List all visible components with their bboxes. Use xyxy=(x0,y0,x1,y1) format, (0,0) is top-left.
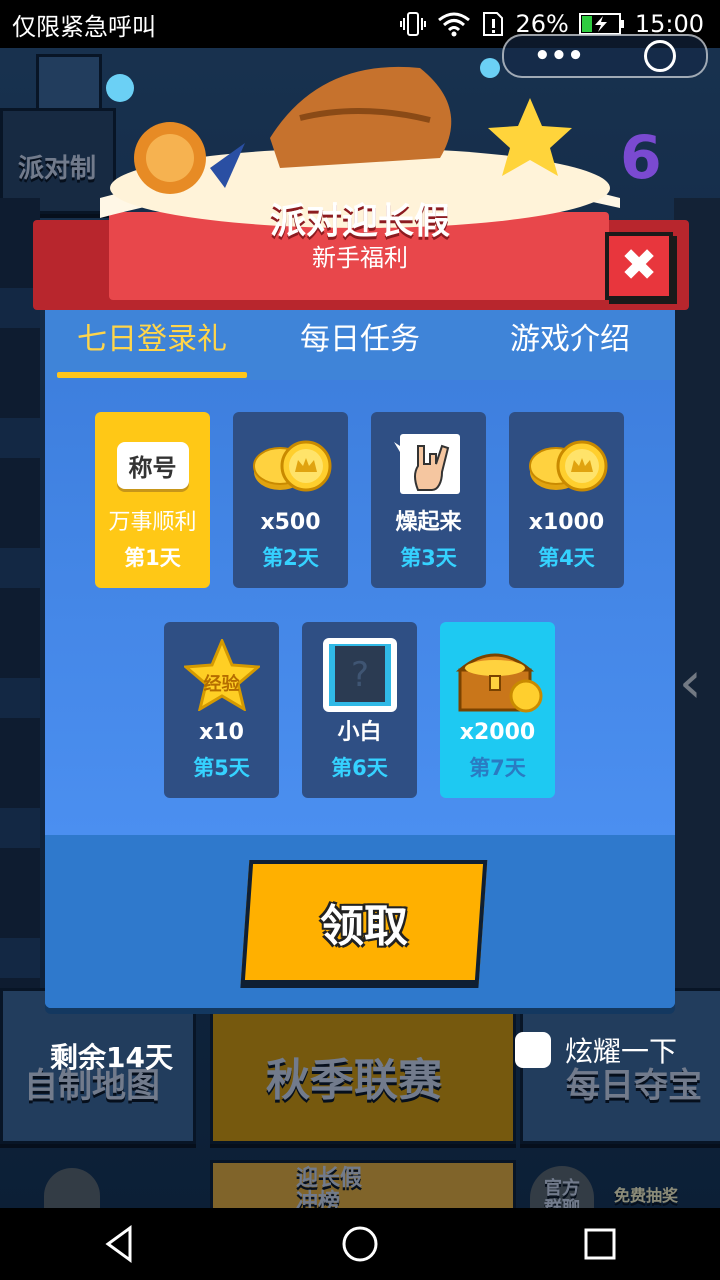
reward-card-day6[interactable]: ? 小白 第6天 xyxy=(302,622,417,798)
share-label: 炫耀一下 xyxy=(565,1035,678,1068)
home-nav-icon[interactable] xyxy=(340,1224,380,1264)
android-nav-bar xyxy=(0,1208,720,1280)
coins-icon xyxy=(233,428,348,502)
reward-day: 第5天 xyxy=(193,756,250,780)
treasure-chest-icon xyxy=(440,638,555,713)
tab-label: 七日登录礼 xyxy=(77,322,227,357)
wifi-icon xyxy=(438,12,471,37)
reward-day: 第6天 xyxy=(331,756,388,780)
claim-button[interactable]: 领取 xyxy=(240,860,488,984)
title-badge-text: 称号 xyxy=(116,441,189,489)
reward-card-day3[interactable]: 燥起来 第3天 xyxy=(371,412,486,588)
tab-daily-tasks[interactable]: 每日任务 xyxy=(255,314,465,358)
reward-name: x2000 xyxy=(459,720,536,745)
coins-icon xyxy=(509,428,624,502)
welcome-reward-modal: 七日登录礼 每日任务 游戏介绍 称号 万事顺利 第1天 x500 第2天 燥起来… xyxy=(45,290,675,1008)
reward-card-day2[interactable]: x500 第2天 xyxy=(233,412,348,588)
reward-day: 第3天 xyxy=(400,546,457,570)
reward-card-day7[interactable]: x2000 第7天 xyxy=(440,622,555,798)
active-tab-indicator xyxy=(57,372,247,378)
vibrate-icon xyxy=(400,12,427,36)
remaining-days-text: 剩余14天 xyxy=(50,1041,173,1074)
share-toggle[interactable]: 炫耀一下 xyxy=(515,1030,677,1070)
claim-label: 领取 xyxy=(320,901,408,952)
reward-name: 小白 xyxy=(337,720,382,745)
reward-day: 第4天 xyxy=(538,546,595,570)
reward-name: x1000 xyxy=(528,510,605,535)
exp-label: 经验 xyxy=(203,674,240,695)
reward-card-day4[interactable]: x1000 第4天 xyxy=(509,412,624,588)
title-badge-icon: 称号 xyxy=(95,428,210,502)
carrier-text: 仅限紧急呼叫 xyxy=(12,12,156,41)
reward-grid: 称号 万事顺利 第1天 x500 第2天 燥起来 第3天 x1000 第4天 经… xyxy=(45,380,675,835)
reward-name: x10 xyxy=(199,720,244,745)
share-checkbox[interactable] xyxy=(515,1032,551,1068)
close-button[interactable]: ✖ xyxy=(605,232,673,300)
battery-charging-icon xyxy=(578,13,624,35)
reward-name: 万事顺利 xyxy=(108,510,197,535)
reward-day: 第1天 xyxy=(124,546,181,570)
reward-card-day5[interactable]: 经验 x10 第5天 xyxy=(164,622,279,798)
tab-label: 游戏介绍 xyxy=(510,322,630,357)
tab-game-intro[interactable]: 游戏介绍 xyxy=(475,314,665,358)
rock-hand-icon xyxy=(371,428,486,502)
reward-name: x500 xyxy=(260,510,321,535)
tab-label: 每日任务 xyxy=(300,322,420,357)
back-nav-icon[interactable] xyxy=(100,1224,140,1264)
sim-alert-icon xyxy=(483,12,504,36)
close-icon: ✖ xyxy=(620,240,658,291)
reward-day: 第7天 xyxy=(469,756,526,780)
tab-seven-day-login[interactable]: 七日登录礼 xyxy=(57,314,247,358)
svg-text:?: ? xyxy=(350,655,368,695)
reward-card-day1[interactable]: 称号 万事顺利 第1天 xyxy=(95,412,210,588)
recents-nav-icon[interactable] xyxy=(580,1224,620,1264)
svg-text:6: 6 xyxy=(620,123,660,193)
avatar-frame-icon: ? xyxy=(302,638,417,712)
exp-star-icon: 经验 xyxy=(164,638,279,712)
reward-day: 第2天 xyxy=(262,546,319,570)
reward-name: 燥起来 xyxy=(395,510,462,535)
